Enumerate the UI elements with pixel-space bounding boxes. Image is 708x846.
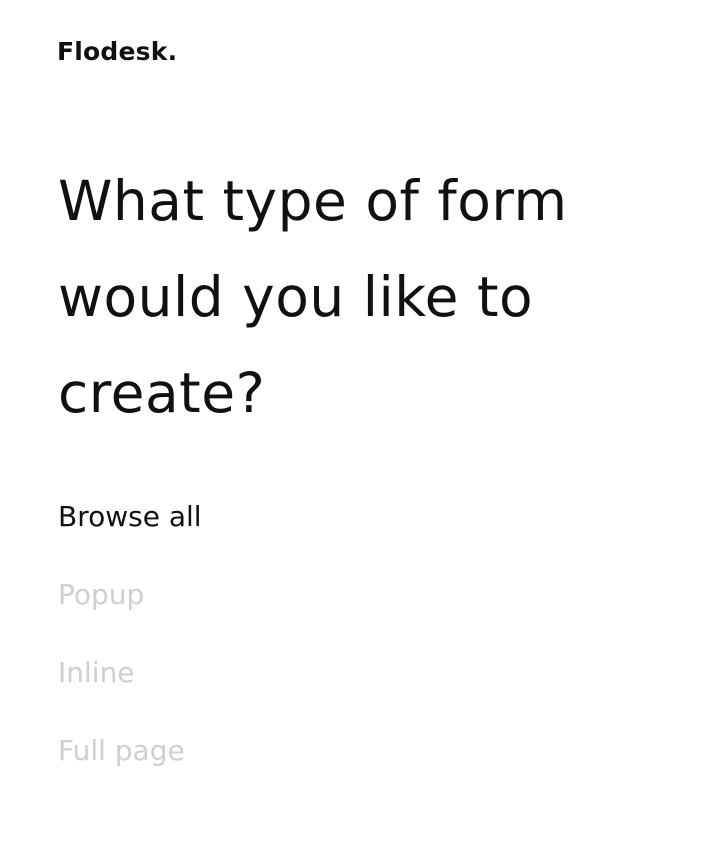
filter-full-page[interactable]: Full page <box>58 731 202 771</box>
flodesk-logo[interactable]: Flodesk. <box>57 34 177 70</box>
filter-inline[interactable]: Inline <box>58 653 202 693</box>
filter-popup[interactable]: Popup <box>58 575 202 615</box>
page-title: What type of form would you like to crea… <box>58 169 568 425</box>
filter-browse-all[interactable]: Browse all <box>58 497 202 537</box>
form-type-filter-list: Browse all Popup Inline Full page <box>58 497 202 809</box>
